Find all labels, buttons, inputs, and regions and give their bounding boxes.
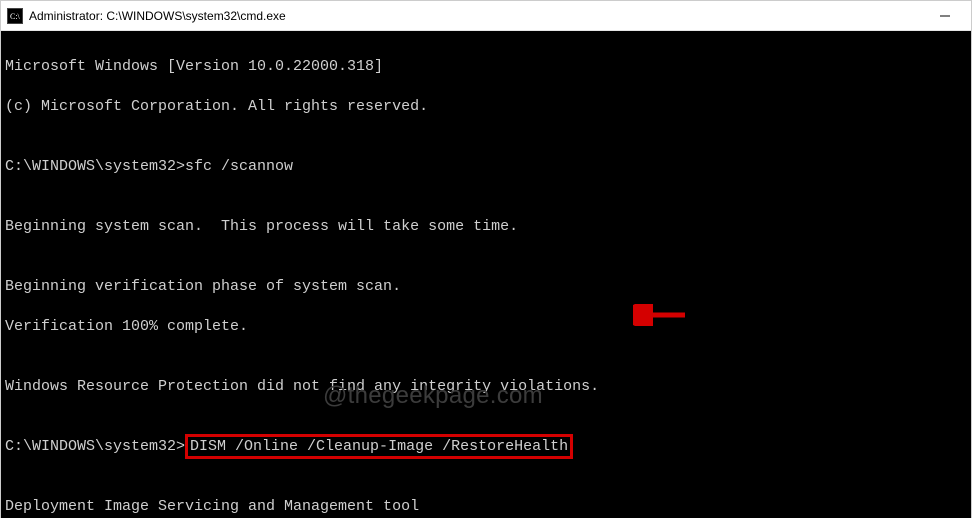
command-dism-highlighted: DISM /Online /Cleanup-Image /RestoreHeal… [185, 434, 573, 459]
output-line: Verification 100% complete. [5, 317, 967, 337]
prompt-line: C:\WINDOWS\system32>sfc /scannow [5, 157, 967, 177]
output-line: Windows Resource Protection did not find… [5, 377, 967, 397]
output-line: Deployment Image Servicing and Managemen… [5, 497, 967, 517]
output-line: (c) Microsoft Corporation. All rights re… [5, 97, 967, 117]
output-line: Microsoft Windows [Version 10.0.22000.31… [5, 57, 967, 77]
prompt: C:\WINDOWS\system32> [5, 438, 185, 455]
cmd-icon: C:\ [7, 8, 23, 24]
minimize-button[interactable] [923, 1, 967, 31]
titlebar[interactable]: C:\ Administrator: C:\WINDOWS\system32\c… [1, 1, 971, 31]
annotation-arrow-icon [579, 284, 689, 353]
terminal-output[interactable]: Microsoft Windows [Version 10.0.22000.31… [1, 31, 971, 518]
svg-text:C:\: C:\ [10, 12, 21, 21]
output-line: Beginning verification phase of system s… [5, 277, 967, 297]
command-sfc: sfc /scannow [185, 158, 293, 175]
prompt: C:\WINDOWS\system32> [5, 158, 185, 175]
window-title: Administrator: C:\WINDOWS\system32\cmd.e… [29, 9, 286, 23]
output-line: Beginning system scan. This process will… [5, 217, 967, 237]
prompt-line: C:\WINDOWS\system32>DISM /Online /Cleanu… [5, 437, 967, 457]
cmd-window: C:\ Administrator: C:\WINDOWS\system32\c… [0, 0, 972, 518]
